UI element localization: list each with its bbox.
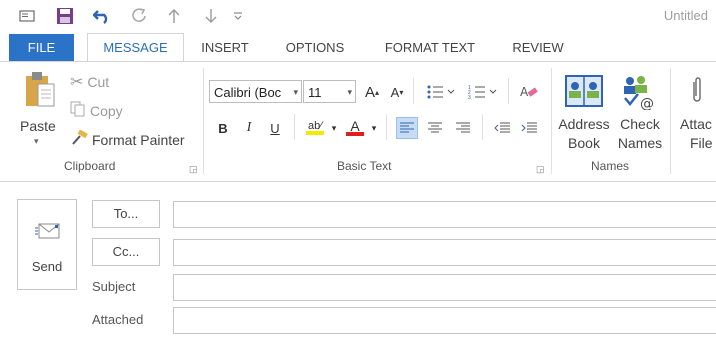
font-size-value: 11	[308, 85, 322, 100]
font-name-combo[interactable]: Calibri (Boc ▾	[209, 80, 302, 103]
subject-field[interactable]	[173, 274, 716, 301]
basic-text-group-label: Basic Text	[337, 159, 392, 173]
divider	[413, 78, 414, 104]
send-envelope-icon	[35, 223, 60, 239]
to-field[interactable]	[173, 201, 716, 228]
chevron-down-icon: ▾	[347, 87, 352, 97]
copy-label: Copy	[90, 102, 123, 119]
increase-indent-icon[interactable]	[518, 117, 540, 139]
cc-button[interactable]: Cc...	[92, 238, 160, 266]
clear-formatting-icon[interactable]: A	[518, 81, 540, 103]
quick-access-toolbar: Untitled	[0, 0, 716, 34]
redo-icon[interactable]	[128, 6, 148, 26]
highlight-button[interactable]: ab⁄	[303, 117, 327, 139]
scissors-icon: ✂	[70, 74, 84, 91]
underline-button[interactable]: U	[264, 117, 286, 139]
chevron-down-icon[interactable]: ▾	[368, 117, 380, 139]
highlight-color-swatch	[306, 131, 324, 135]
attach-file-label-line2: File	[690, 135, 713, 151]
send-label: Send	[31, 259, 63, 274]
paste-button[interactable]: Paste ▾	[20, 70, 60, 150]
svg-text:A: A	[520, 85, 529, 99]
tab-message[interactable]: MESSAGE	[87, 33, 184, 62]
svg-text:3: 3	[468, 95, 471, 100]
to-button[interactable]: To...	[92, 200, 160, 228]
attach-file-label-line1: Attac	[680, 116, 712, 132]
message-icon[interactable]	[17, 6, 37, 26]
cut-button[interactable]: ✂ Cut	[70, 72, 109, 92]
save-icon[interactable]	[55, 6, 75, 26]
highlighter-icon: ab⁄	[307, 120, 323, 132]
send-button[interactable]: Send	[17, 199, 77, 290]
tab-insert[interactable]: INSERT	[190, 34, 260, 61]
address-book-label-line2: Book	[568, 135, 600, 151]
copy-button[interactable]: Copy	[70, 101, 123, 120]
tab-options[interactable]: OPTIONS	[275, 34, 355, 61]
check-names-icon: @	[624, 76, 654, 110]
customize-icon[interactable]	[228, 6, 248, 26]
svg-text:@: @	[640, 96, 654, 110]
subject-label: Subject	[92, 279, 136, 294]
align-left-icon[interactable]	[396, 117, 418, 139]
window-title: Untitled	[663, 8, 708, 23]
font-size-combo[interactable]: 11 ▾	[303, 80, 356, 103]
font-color-button[interactable]: A	[343, 117, 367, 139]
font-name-value: Calibri (Boc	[214, 85, 282, 100]
paperclip-icon	[693, 77, 701, 102]
attached-label: Attached	[92, 312, 144, 327]
check-names-label-line2: Names	[617, 135, 663, 151]
tab-file[interactable]: FILE	[9, 34, 74, 61]
divider	[551, 68, 552, 174]
divider	[386, 114, 387, 140]
grow-font-icon[interactable]: A ▴	[361, 81, 383, 103]
numbering-icon[interactable]: 123	[465, 81, 501, 103]
divider	[508, 78, 509, 104]
format-painter-icon	[70, 129, 88, 149]
attach-file-button[interactable]: Attac File	[676, 72, 716, 154]
divider	[670, 68, 671, 174]
chevron-down-icon: ▾	[293, 87, 298, 97]
tab-review[interactable]: REVIEW	[503, 34, 573, 61]
divider	[482, 114, 483, 140]
paste-dropdown-icon[interactable]: ▾	[34, 136, 39, 147]
font-color-swatch	[346, 132, 364, 136]
address-book-icon	[565, 75, 603, 107]
chevron-down-icon[interactable]: ▾	[328, 117, 340, 139]
align-right-icon[interactable]	[452, 117, 474, 139]
bullets-icon[interactable]	[423, 81, 459, 103]
paste-icon	[26, 72, 55, 107]
check-names-label-line1: Check	[620, 116, 660, 132]
decrease-indent-icon[interactable]	[491, 117, 513, 139]
check-names-button[interactable]: @ Check Names	[614, 72, 666, 154]
divider	[294, 114, 295, 140]
cut-label: Cut	[87, 74, 110, 90]
clipboard-group-label: Clipboard	[64, 159, 116, 173]
shrink-font-icon[interactable]: A ▾	[386, 81, 408, 103]
names-group-label: Names	[591, 159, 630, 173]
clipboard-launcher-icon[interactable]: ◲	[189, 164, 198, 174]
align-center-icon[interactable]	[424, 117, 446, 139]
arrow-down-icon[interactable]	[201, 6, 221, 26]
paste-label: Paste	[20, 118, 56, 134]
cc-field[interactable]	[173, 239, 716, 266]
address-book-label-line1: Address	[558, 116, 610, 132]
divider	[203, 68, 204, 174]
attached-field[interactable]	[173, 307, 716, 334]
address-book-button[interactable]: Address Book	[555, 72, 613, 154]
copy-icon	[70, 101, 86, 120]
format-painter-button[interactable]: Format Painter	[70, 129, 185, 149]
undo-icon[interactable]	[92, 6, 112, 26]
font-color-icon: A	[350, 118, 360, 134]
basic-text-launcher-icon[interactable]: ◲	[536, 164, 545, 174]
format-painter-label: Format Painter	[92, 131, 185, 148]
arrow-up-icon[interactable]	[164, 6, 184, 26]
bold-button[interactable]: B	[212, 117, 234, 139]
tab-format-text[interactable]: FORMAT TEXT	[370, 34, 490, 61]
italic-button[interactable]: I	[238, 117, 260, 139]
